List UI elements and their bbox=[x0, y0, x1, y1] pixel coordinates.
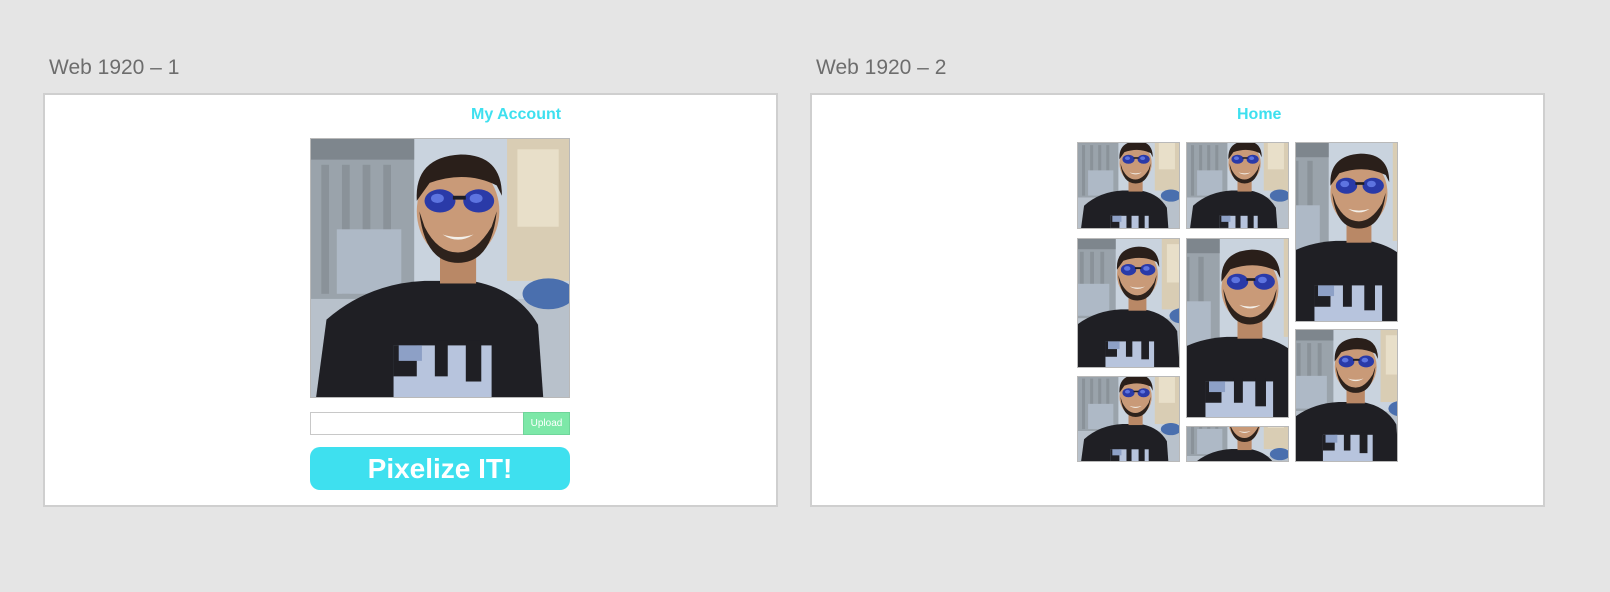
gallery-photo-image bbox=[1078, 143, 1179, 228]
upload-button[interactable]: Upload bbox=[523, 412, 570, 435]
gallery-photo[interactable] bbox=[1186, 238, 1289, 418]
gallery-photo-image bbox=[1078, 377, 1179, 461]
gallery-photo[interactable] bbox=[1186, 142, 1289, 229]
design-canvas: Web 1920 – 1 My Account Upload Pixelize … bbox=[0, 0, 1610, 592]
profile-photo bbox=[310, 138, 570, 398]
file-input[interactable] bbox=[310, 412, 524, 435]
profile-photo-image bbox=[311, 139, 569, 397]
gallery-photo-image bbox=[1296, 143, 1397, 321]
gallery-photo[interactable] bbox=[1077, 238, 1180, 368]
artboard-my-account[interactable]: My Account Upload Pixelize IT! bbox=[43, 93, 778, 507]
gallery-photo-image bbox=[1078, 239, 1179, 367]
artboard-home[interactable]: Home bbox=[810, 93, 1545, 507]
artboard-label-1[interactable]: Web 1920 – 1 bbox=[49, 56, 179, 80]
gallery-photo-image bbox=[1187, 427, 1288, 461]
gallery-photo-image bbox=[1187, 143, 1288, 228]
page-title: My Account bbox=[471, 106, 562, 123]
artboard-label-2[interactable]: Web 1920 – 2 bbox=[816, 56, 946, 80]
gallery-photo-image bbox=[1296, 330, 1397, 461]
page-title: Home bbox=[1237, 106, 1282, 123]
pixelize-button[interactable]: Pixelize IT! bbox=[310, 447, 570, 490]
gallery-photo[interactable] bbox=[1295, 142, 1398, 322]
gallery-photo[interactable] bbox=[1077, 376, 1180, 462]
gallery-photo[interactable] bbox=[1077, 142, 1180, 229]
gallery-photo-image bbox=[1187, 239, 1288, 417]
gallery-photo[interactable] bbox=[1186, 426, 1289, 462]
gallery-photo[interactable] bbox=[1295, 329, 1398, 462]
